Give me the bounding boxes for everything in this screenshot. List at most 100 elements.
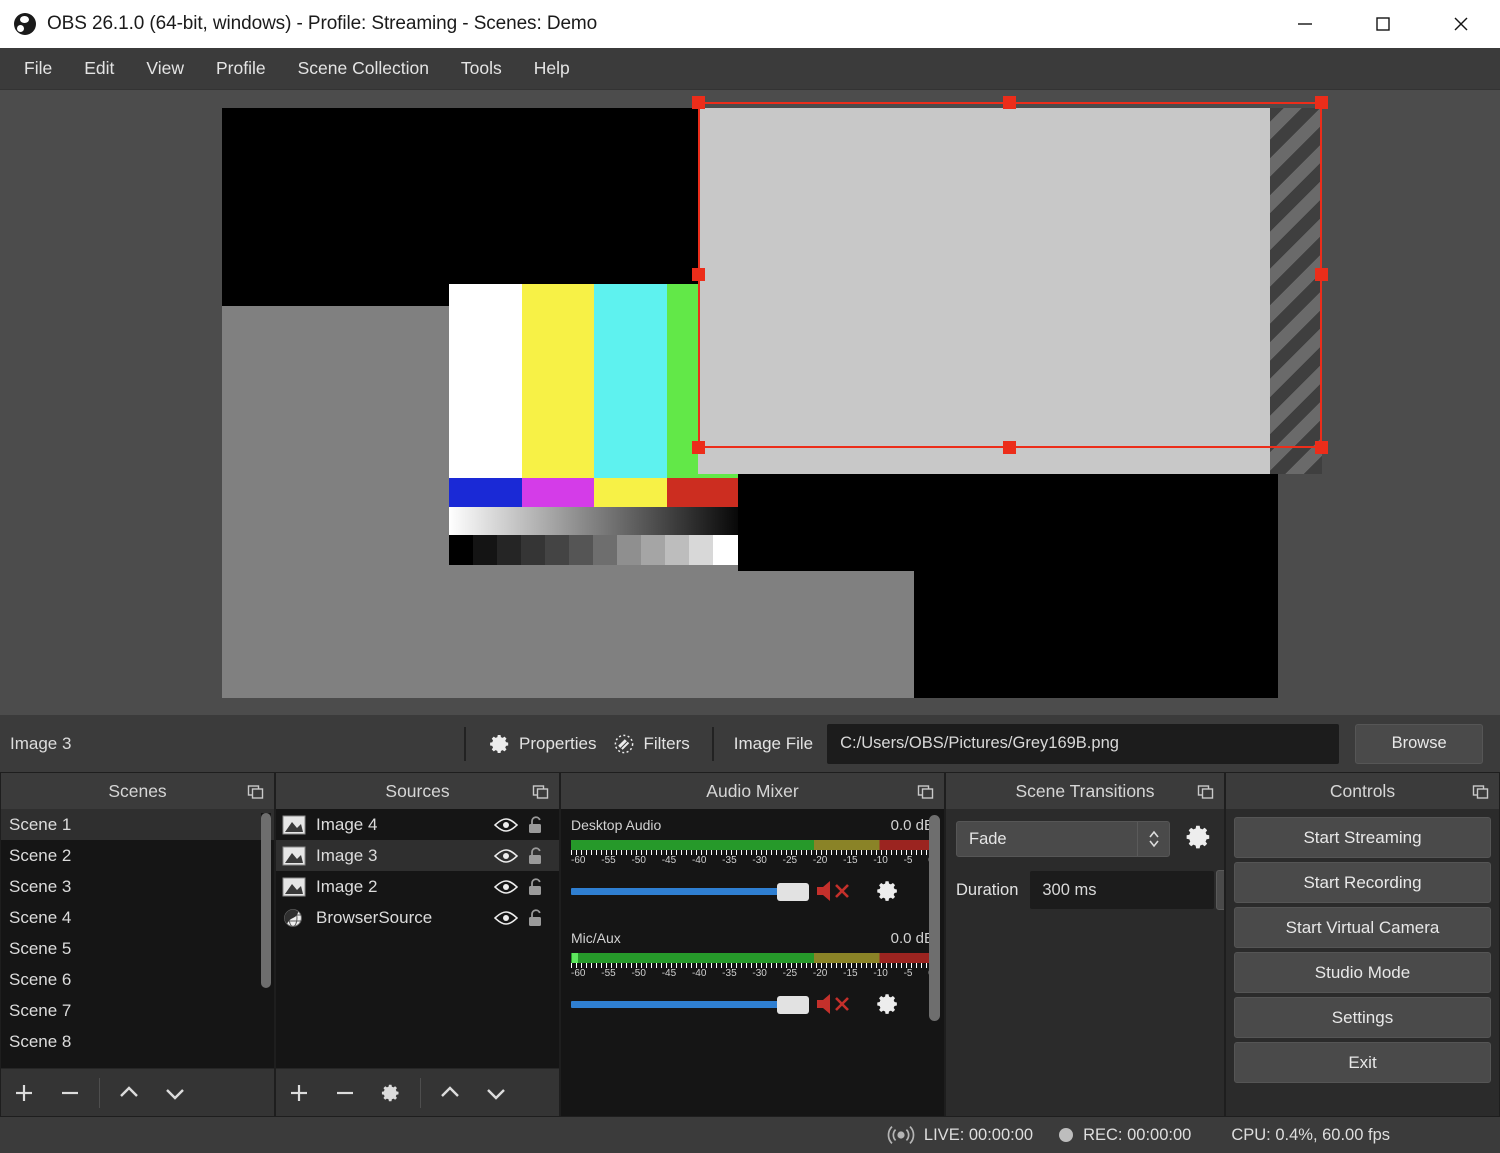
meter-tick-label: -55 [601,855,616,866]
settings-button[interactable]: Settings [1234,997,1491,1038]
exit-button[interactable]: Exit [1234,1042,1491,1083]
scene-list-item[interactable]: Scene 1 [1,809,274,840]
scene-list-item[interactable]: Scene 4 [1,902,274,933]
menu-tools[interactable]: Tools [448,54,515,83]
transition-select[interactable]: Fade [956,821,1170,857]
volume-slider[interactable] [571,991,809,1017]
scenes-list[interactable]: Scene 1 Scene 2 Scene 3 Scene 4 Scene 5 … [1,809,274,1068]
source-lock-toggle[interactable] [521,877,551,897]
maximize-button[interactable] [1344,0,1422,48]
meter-tick-label: -10 [873,855,888,866]
volume-slider-knob[interactable] [777,996,809,1014]
move-source-down-button[interactable] [473,1069,519,1117]
selection-bounding-box[interactable] [692,96,1328,454]
add-scene-button[interactable] [1,1069,47,1117]
minimize-button[interactable] [1266,0,1344,48]
source-visibility-toggle[interactable] [491,848,521,864]
resize-handle-middle-left[interactable] [692,268,705,281]
source-visibility-toggle[interactable] [491,879,521,895]
menu-view[interactable]: View [133,54,197,83]
menu-profile[interactable]: Profile [203,54,279,83]
source-list-item[interactable]: Image 4 [276,809,559,840]
scene-transitions-float-icon[interactable] [1197,783,1214,805]
remove-source-button[interactable] [322,1069,368,1117]
audio-settings-button[interactable] [875,878,901,904]
gear-icon [877,881,897,901]
audio-settings-button[interactable] [875,991,901,1017]
properties-button[interactable]: Properties [480,727,604,761]
transition-spinner[interactable] [1137,822,1169,856]
move-scene-up-button[interactable] [106,1069,152,1117]
source-properties-button[interactable] [368,1069,414,1117]
scene-list-item[interactable]: Scene 5 [1,933,274,964]
move-source-up-button[interactable] [427,1069,473,1117]
image-icon [282,815,306,835]
duration-spinner[interactable] [1216,870,1224,910]
audio-channel-header: Desktop Audio 0.0 dB [571,817,934,834]
scene-list-item[interactable]: Scene 8 [1,1026,274,1057]
scene-list-item[interactable]: Scene 3 [1,871,274,902]
resize-handle-bottom-right[interactable] [1315,441,1328,454]
source-lock-toggle[interactable] [521,908,551,928]
scenes-float-icon[interactable] [247,783,264,805]
source-visibility-toggle[interactable] [491,817,521,833]
start-virtual-camera-button[interactable]: Start Virtual Camera [1234,907,1491,948]
audio-mixer-float-icon[interactable] [917,783,934,805]
menu-scene-collection[interactable]: Scene Collection [285,54,442,83]
image-file-input[interactable] [827,723,1340,764]
scenes-scrollbar-thumb[interactable] [261,813,271,988]
resize-handle-top-right[interactable] [1315,96,1328,109]
duration-input[interactable]: 300 ms [1030,870,1224,910]
meter-tick-label: -50 [631,855,646,866]
remove-scene-button[interactable] [47,1069,93,1117]
preview-canvas[interactable] [0,90,1500,715]
meter-tick-label: -10 [873,968,888,979]
mute-button[interactable] [815,991,857,1017]
move-scene-down-button[interactable] [152,1069,198,1117]
filters-button[interactable]: Filters [604,727,697,761]
source-list-item[interactable]: Image 2 [276,871,559,902]
start-streaming-button[interactable]: Start Streaming [1234,817,1491,858]
scene-list-item[interactable]: Scene 7 [1,995,274,1026]
start-recording-button[interactable]: Start Recording [1234,862,1491,903]
menu-help[interactable]: Help [521,54,583,83]
source-list-item[interactable]: BrowserSource [276,902,559,933]
close-icon [1454,17,1468,31]
source-visibility-toggle[interactable] [491,910,521,926]
audio-mixer-body[interactable]: Desktop Audio 0.0 dB -60 -55 -50 -45 -40… [561,809,944,1116]
menu-file[interactable]: File [11,54,65,83]
volume-slider-knob[interactable] [777,883,809,901]
resize-handle-middle-right[interactable] [1315,268,1328,281]
meter-tick-label: -45 [661,855,677,866]
source-list-item[interactable]: Image 3 [276,840,559,871]
menu-edit[interactable]: Edit [71,54,127,83]
resize-handle-bottom-left[interactable] [692,441,705,454]
sources-list[interactable]: Image 4 Image 3 Image 2 BrowserSource [276,809,559,1068]
scenes-dock-header: Scenes [1,773,274,809]
scene-black-region-mid [738,474,918,571]
resize-handle-bottom-center[interactable] [1003,441,1016,454]
add-source-button[interactable] [276,1069,322,1117]
meter-tick-label: -45 [661,968,677,979]
duration-value: 300 ms [1042,880,1097,899]
resize-handle-top-center[interactable] [1003,96,1016,109]
audio-channel: Mic/Aux 0.0 dB -60 -55 -50 -45 -40 -35 -… [561,922,944,1019]
browse-button[interactable]: Browse [1355,723,1484,764]
audio-channel-db: 0.0 dB [890,930,934,947]
source-lock-toggle[interactable] [521,846,551,866]
studio-mode-button[interactable]: Studio Mode [1234,952,1491,993]
mute-button[interactable] [815,878,857,904]
source-lock-toggle[interactable] [521,815,551,835]
scene-list-item[interactable]: Scene 6 [1,964,274,995]
resize-handle-top-left[interactable] [692,96,705,109]
transition-settings-button[interactable] [1184,822,1214,857]
audio-slider-row [571,878,934,904]
audio-mixer-scrollbar-thumb[interactable] [929,815,940,1021]
volume-slider[interactable] [571,878,809,904]
speaker-muted-icon [817,994,849,1014]
controls-float-icon[interactable] [1472,783,1489,805]
scene-list-item[interactable]: Scene 2 [1,840,274,871]
sources-float-icon[interactable] [532,783,549,805]
chevron-down-icon [487,1088,505,1100]
close-button[interactable] [1422,0,1500,48]
